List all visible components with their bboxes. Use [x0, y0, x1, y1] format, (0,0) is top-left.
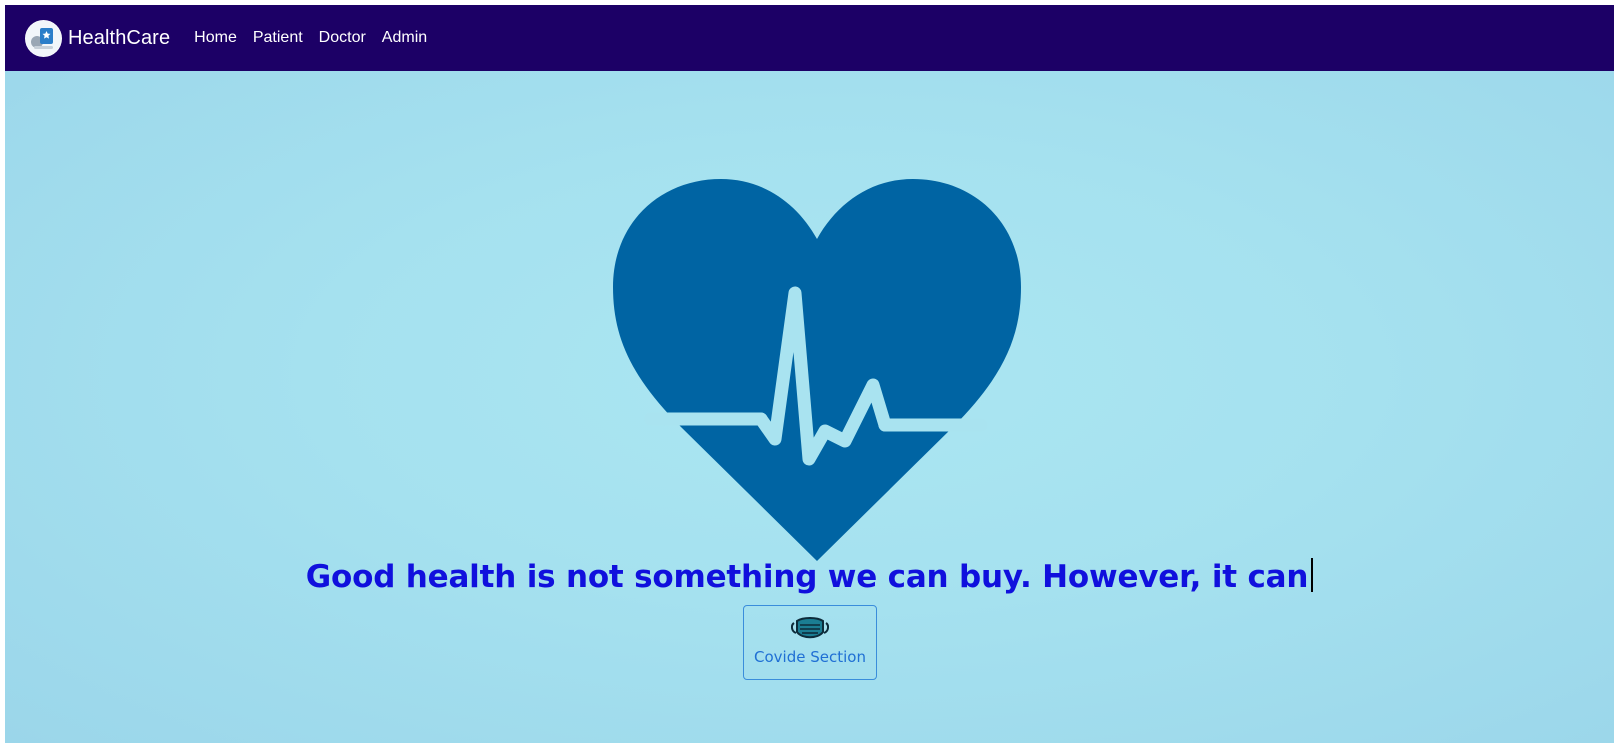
- brand-link[interactable]: HealthCare: [25, 19, 171, 57]
- nav-link-home[interactable]: Home: [194, 29, 237, 47]
- tagline-text: Good health is not something we can buy.…: [305, 559, 1309, 595]
- hero-section: Good health is not something we can buy.…: [5, 71, 1614, 743]
- face-mask-icon: [790, 616, 830, 642]
- nav-link-doctor[interactable]: Doctor: [319, 29, 366, 47]
- nav-link-admin[interactable]: Admin: [382, 29, 427, 47]
- nav-links: Home Patient Doctor Admin: [194, 29, 443, 47]
- heartbeat-icon: [611, 177, 1023, 561]
- typing-caret: [1311, 558, 1314, 592]
- brand-name: HealthCare: [68, 26, 171, 49]
- navbar: HealthCare Home Patient Doctor Admin: [5, 5, 1614, 71]
- healthcare-logo-icon: [25, 19, 62, 57]
- hero-tagline: Good health is not something we can buy.…: [5, 558, 1614, 595]
- covid-section-label: Covide Section: [754, 648, 866, 666]
- covid-section-button[interactable]: Covide Section: [743, 605, 877, 680]
- page: HealthCare Home Patient Doctor Admin Goo…: [5, 5, 1614, 743]
- nav-link-patient[interactable]: Patient: [253, 29, 303, 47]
